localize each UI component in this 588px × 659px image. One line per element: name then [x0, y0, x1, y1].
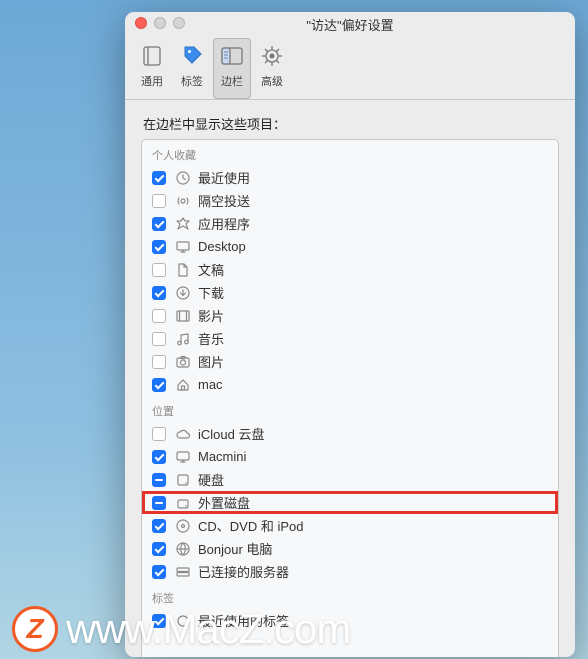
checkbox[interactable]	[152, 378, 166, 392]
item-label: 影片	[198, 306, 224, 325]
list-item: 硬盘	[142, 468, 558, 491]
toolbar-label: 通用	[141, 73, 163, 89]
airdrop-icon	[174, 192, 192, 210]
external-icon	[174, 494, 192, 512]
imac-icon	[174, 448, 192, 466]
toolbar-tab-advanced[interactable]: 高级	[253, 38, 291, 99]
apps-icon	[174, 215, 192, 233]
disk-icon	[174, 471, 192, 489]
watermark-badge: Z	[12, 606, 58, 652]
item-label: 外置磁盘	[198, 493, 250, 512]
toolbar-label: 边栏	[221, 73, 243, 89]
titlebar: "访达"偏好设置	[125, 12, 575, 34]
list-item: Macmini	[142, 445, 558, 468]
item-label: Macmini	[198, 449, 246, 464]
list-item: 影片	[142, 304, 558, 327]
section-header: 位置	[142, 396, 558, 422]
item-label: mac	[198, 377, 223, 392]
item-label: 硬盘	[198, 470, 224, 489]
checkbox[interactable]	[152, 496, 166, 510]
downloads-icon	[174, 284, 192, 302]
maximize-button[interactable]	[173, 17, 185, 29]
list-item: CD、DVD 和 iPod	[142, 514, 558, 537]
cloud-icon	[174, 425, 192, 443]
minimize-button[interactable]	[154, 17, 166, 29]
list-item: 隔空投送	[142, 189, 558, 212]
checkbox[interactable]	[152, 473, 166, 487]
tags-icon	[178, 42, 206, 70]
tag-icon	[174, 612, 192, 630]
item-label: Bonjour 电脑	[198, 539, 272, 558]
item-label: CD、DVD 和 iPod	[198, 516, 303, 535]
toolbar-label: 高级	[261, 73, 283, 89]
list-item: 应用程序	[142, 212, 558, 235]
section-header: 个人收藏	[142, 140, 558, 166]
server-icon	[174, 563, 192, 581]
preferences-window: "访达"偏好设置 通用 标签 边栏 高级 在边栏中显示这些项目： 个人收藏 最近…	[125, 12, 575, 657]
checkbox[interactable]	[152, 286, 166, 300]
toolbar-label: 标签	[181, 73, 203, 89]
checkbox[interactable]	[152, 519, 166, 533]
item-label: Desktop	[198, 239, 246, 254]
checkbox[interactable]	[152, 240, 166, 254]
toolbar-tab-sidebar[interactable]: 边栏	[213, 38, 251, 99]
item-label: 音乐	[198, 329, 224, 348]
item-label: 最近使用	[198, 168, 250, 187]
section-header: 标签	[142, 583, 558, 609]
documents-icon	[174, 261, 192, 279]
toolbar-tab-tags[interactable]: 标签	[173, 38, 211, 99]
checkbox[interactable]	[152, 194, 166, 208]
toolbar-tab-general[interactable]: 通用	[133, 38, 171, 99]
checkbox[interactable]	[152, 450, 166, 464]
sidebar-icon	[218, 42, 246, 70]
sidebar-items-list: 个人收藏 最近使用 隔空投送 应用程序 Desktop 文稿 下载 影片 音乐	[141, 139, 559, 657]
checkbox[interactable]	[152, 309, 166, 323]
list-item: mac	[142, 373, 558, 396]
clock-icon	[174, 169, 192, 187]
item-label: 文稿	[198, 260, 224, 279]
list-item: 图片	[142, 350, 558, 373]
list-item: iCloud 云盘	[142, 422, 558, 445]
checkbox[interactable]	[152, 355, 166, 369]
list-item: 下载	[142, 281, 558, 304]
checkbox[interactable]	[152, 565, 166, 579]
item-label: 下载	[198, 283, 224, 302]
list-item: 文稿	[142, 258, 558, 281]
list-item: 外置磁盘	[142, 491, 558, 514]
home-icon	[174, 376, 192, 394]
list-item: Desktop	[142, 235, 558, 258]
cd-icon	[174, 517, 192, 535]
item-label: iCloud 云盘	[198, 424, 264, 443]
checkbox[interactable]	[152, 332, 166, 346]
bonjour-icon	[174, 540, 192, 558]
list-item: 已连接的服务器	[142, 560, 558, 583]
window-title: "访达"偏好设置	[133, 15, 567, 34]
music-icon	[174, 330, 192, 348]
checkbox[interactable]	[152, 217, 166, 231]
desktop-icon	[174, 238, 192, 256]
list-item: 最近使用的标签	[142, 609, 558, 632]
pictures-icon	[174, 353, 192, 371]
traffic-lights	[135, 17, 185, 29]
item-label: 最近使用的标签	[198, 611, 289, 630]
general-icon	[138, 42, 166, 70]
checkbox[interactable]	[152, 171, 166, 185]
section-heading: 在边栏中显示这些项目：	[143, 114, 559, 133]
checkbox[interactable]	[152, 614, 166, 628]
checkbox[interactable]	[152, 427, 166, 441]
advanced-icon	[258, 42, 286, 70]
toolbar: 通用 标签 边栏 高级	[125, 34, 575, 100]
item-label: 应用程序	[198, 214, 250, 233]
content-area: 在边栏中显示这些项目： 个人收藏 最近使用 隔空投送 应用程序 Desktop …	[125, 100, 575, 657]
list-item: Bonjour 电脑	[142, 537, 558, 560]
list-item: 音乐	[142, 327, 558, 350]
checkbox[interactable]	[152, 263, 166, 277]
close-button[interactable]	[135, 17, 147, 29]
movies-icon	[174, 307, 192, 325]
item-label: 已连接的服务器	[198, 562, 289, 581]
checkbox[interactable]	[152, 542, 166, 556]
list-item: 最近使用	[142, 166, 558, 189]
item-label: 图片	[198, 352, 224, 371]
item-label: 隔空投送	[198, 191, 250, 210]
